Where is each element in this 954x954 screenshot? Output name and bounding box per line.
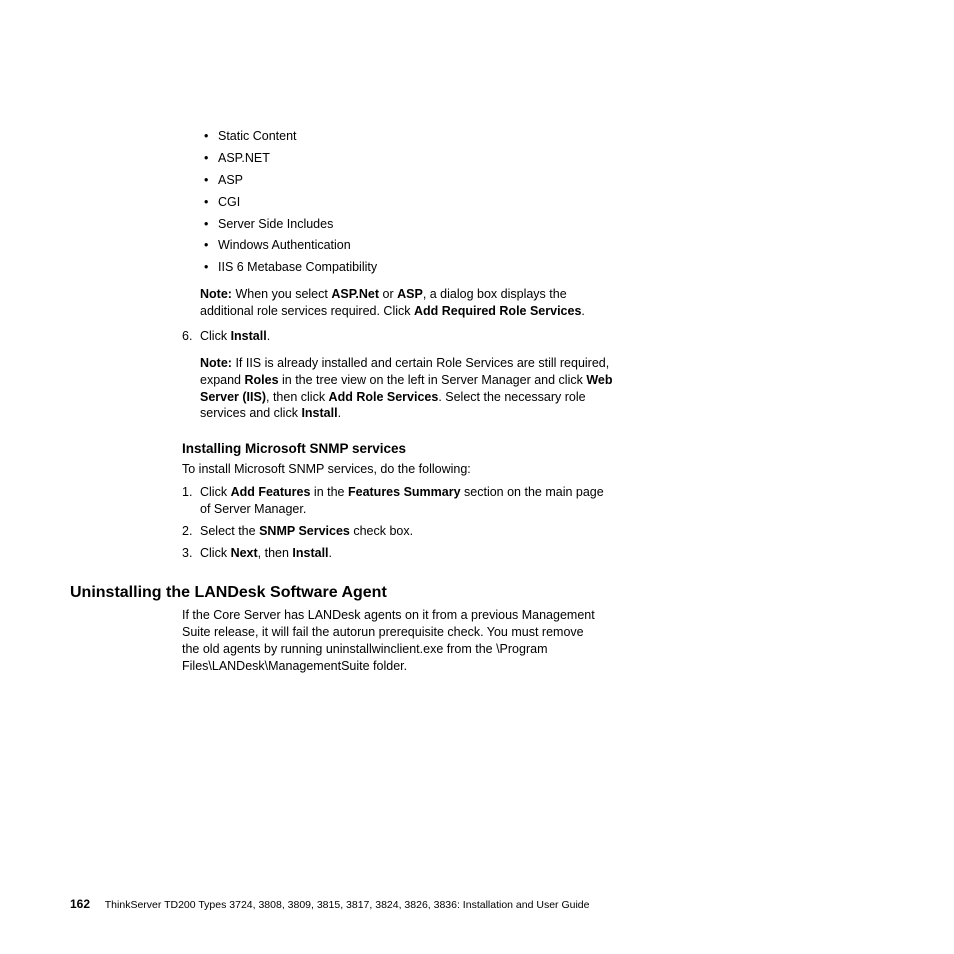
main-column: Static Content ASP.NET ASP CGI Server Si… <box>200 128 615 562</box>
step-text: Click <box>200 329 231 343</box>
install-steps: Click Install. Note: If IIS is already i… <box>200 328 615 422</box>
note-label: Note: <box>200 287 232 301</box>
bold: Add Required Role Services <box>414 304 581 318</box>
bold: Install <box>301 406 337 420</box>
note-label: Note: <box>200 356 232 370</box>
list-item: Server Side Includes <box>200 216 615 233</box>
step-text: . <box>329 546 332 560</box>
role-services-list: Static Content ASP.NET ASP CGI Server Si… <box>200 128 615 276</box>
bold: Next <box>231 546 258 560</box>
note-aspnet: Note: When you select ASP.Net or ASP, a … <box>200 286 615 320</box>
list-item: ASP <box>200 172 615 189</box>
step-text: . <box>267 329 270 343</box>
bold: ASP <box>397 287 423 301</box>
note-iis-installed: Note: If IIS is already installed and ce… <box>200 355 615 423</box>
step-text: , then <box>258 546 293 560</box>
uninstall-body: If the Core Server has LANDesk agents on… <box>182 607 597 675</box>
note-text: in the tree view on the left in Server M… <box>279 373 587 387</box>
snmp-intro: To install Microsoft SNMP services, do t… <box>182 461 615 478</box>
note-text: , then click <box>266 390 329 404</box>
step-text: Select the <box>200 524 259 538</box>
note-text: . <box>581 304 584 318</box>
bold: Install <box>231 329 267 343</box>
step-text: check box. <box>350 524 413 538</box>
page-number: 162 <box>70 897 90 911</box>
bold: Add Role Services <box>329 390 439 404</box>
step-6: Click Install. Note: If IIS is already i… <box>182 328 615 422</box>
list-item: ASP.NET <box>200 150 615 167</box>
bold: Install <box>292 546 328 560</box>
step-text: Click <box>200 485 231 499</box>
bold: Add Features <box>231 485 311 499</box>
page-content: Static Content ASP.NET ASP CGI Server Si… <box>70 128 890 675</box>
list-item: CGI <box>200 194 615 211</box>
snmp-steps: Click Add Features in the Features Summa… <box>200 484 615 562</box>
list-item: Static Content <box>200 128 615 145</box>
step-text: Click <box>200 546 231 560</box>
bold: Roles <box>244 373 278 387</box>
snmp-step-2: Select the SNMP Services check box. <box>182 523 615 540</box>
snmp-step-1: Click Add Features in the Features Summa… <box>182 484 615 518</box>
bold: SNMP Services <box>259 524 350 538</box>
footer-text: ThinkServer TD200 Types 3724, 3808, 3809… <box>105 899 590 911</box>
note-text: or <box>379 287 397 301</box>
note-text: . <box>338 406 341 420</box>
bold: ASP.Net <box>331 287 379 301</box>
note-text: When you select <box>235 287 331 301</box>
bold: Features Summary <box>348 485 461 499</box>
page-footer: 162 ThinkServer TD200 Types 3724, 3808, … <box>70 896 589 912</box>
step-text: in the <box>310 485 348 499</box>
snmp-heading: Installing Microsoft SNMP services <box>182 440 615 458</box>
uninstall-heading: Uninstalling the LANDesk Software Agent <box>70 582 890 604</box>
list-item: Windows Authentication <box>200 237 615 254</box>
list-item: IIS 6 Metabase Compatibility <box>200 259 615 276</box>
snmp-step-3: Click Next, then Install. <box>182 545 615 562</box>
